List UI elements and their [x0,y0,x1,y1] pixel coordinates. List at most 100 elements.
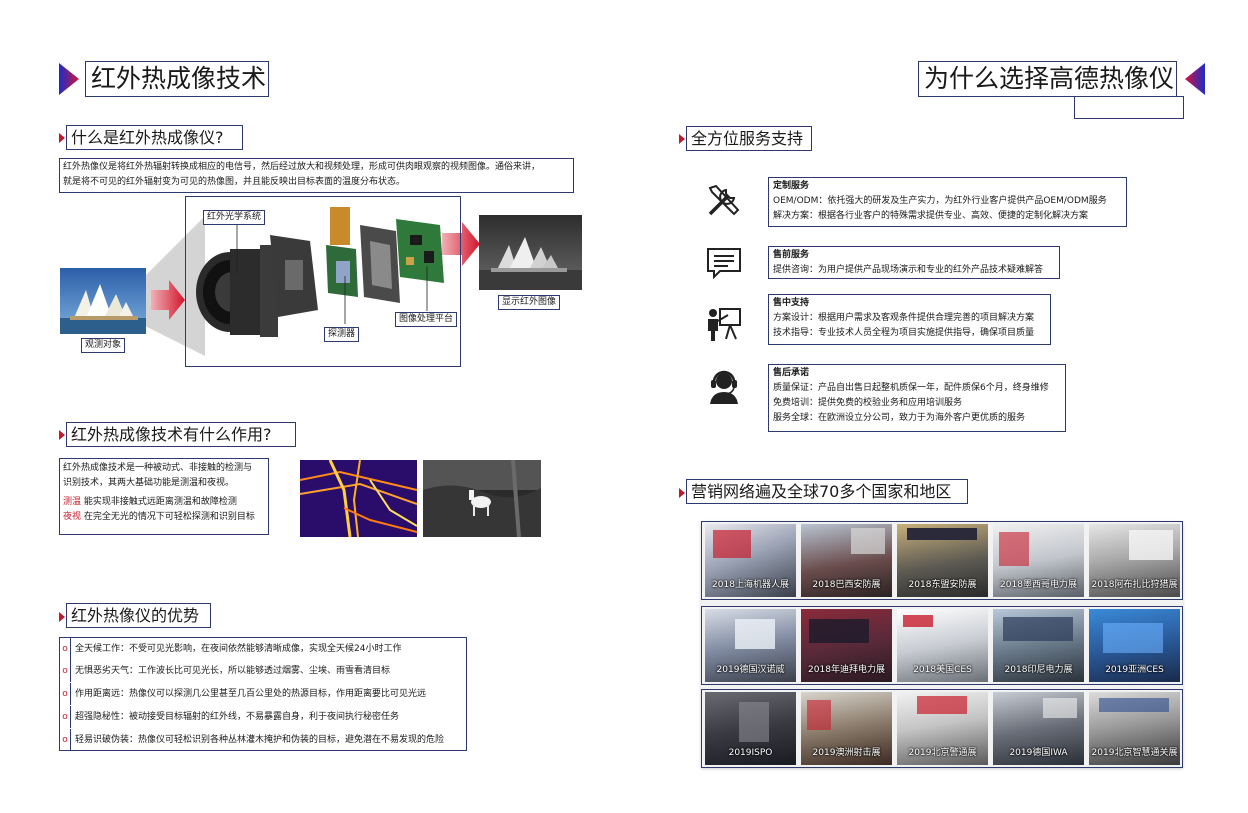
function-desc-line: 红外热成像技术是一种被动式、非接触的检测与 [63,463,253,473]
title-chevron-icon [59,63,79,95]
exhibition-photo: 2019德国IWA [993,692,1084,765]
exhibition-photo: 2018东盟安防展 [897,524,988,597]
advantage-text: 全天候工作：不受可见光影响，在夜间依然能够清晰成像，实现全天候24小时工作 [75,644,402,654]
advantage-item: o 全天候工作：不受可见光影响，在夜间依然能够清晰成像，实现全天候24小时工作 [60,638,470,660]
advantages-box: o 全天候工作：不受可见光影响，在夜间依然能够清晰成像，实现全天候24小时工作 … [59,637,467,751]
exhibition-photo: 2019北京智慧通关展 [1089,692,1180,765]
exhibition-photo: 2018阿布扎比狩猎展 [1089,524,1180,597]
exhibition-caption: 2019亚洲CES [1105,665,1164,675]
advantage-item: o 轻易识破伪装：热像仪可轻松识别各种丛林灌木掩护和伪装的目标，避免潜在不易发现… [60,729,470,751]
exhibition-photo: 2018年迪拜电力展 [801,609,892,682]
advantage-item: o 无惧恶劣天气：工作波长比可见光长，所以能够透过烟雾、尘埃、雨雪看清目标 [60,660,470,682]
exhibition-photo: 2019澳洲射击展 [801,692,892,765]
exhibition-caption: 2018美国CES [913,665,972,675]
service-title: 售中支持 [773,298,810,308]
section-arrow-icon [679,488,685,498]
service-title: 售前服务 [773,250,810,260]
service-title: 定制服务 [773,181,810,191]
exhibition-caption: 2019澳洲射击展 [812,748,881,758]
service-line: 服务全球：在欧洲设立分公司，致力于为海外客户更优质的服务 [773,413,1026,423]
section-title: 全方位服务支持 [686,126,812,151]
exhibition-photo: 2018印尼电力展 [993,609,1084,682]
function-box: 红外热成像技术是一种被动式、非接触的检测与 识别技术，其两大基础功能是测温和夜视… [59,458,269,535]
headset-icon [710,370,738,404]
exhibition-caption: 2019德国汉诺威 [716,665,785,675]
exhibition-caption: 2018年迪拜电力展 [808,665,885,675]
exhibition-photo: 2018巴西安防展 [801,524,892,597]
display-label: 显示红外图像 [498,295,561,310]
thermal-display-photo [479,215,582,290]
exhibition-photo: 2018墨西哥电力展 [993,524,1084,597]
bullet-icon: o [60,706,71,728]
advantage-item: o 作用距离远：热像仪可以探测几公里甚至几百公里处的热源目标，作用距离要比可见光… [60,683,470,705]
exhibition-caption: 2019ISPO [728,748,773,758]
description-box: 红外热像仪是将红外热辐射转换成相应的电信号，然后经过放大和视频处理，形成可供肉眼… [59,158,574,193]
description-line: 红外热像仪是将红外热辐射转换成相应的电信号，然后经过放大和视频处理，形成可供肉眼… [63,162,541,172]
exhibition-caption: 2018上海机器人展 [712,580,789,590]
exhibition-caption: 2018阿布扎比狩猎展 [1091,580,1178,590]
exhibition-caption: 2019北京智慧通关展 [1091,748,1178,758]
exhibition-caption: 2018东盟安防展 [908,580,977,590]
advantage-text: 无惧恶劣天气：工作波长比可见光长，所以能够透过烟雾、尘埃、雨雪看清目标 [75,666,391,676]
exhibition-photo: 2018上海机器人展 [705,524,796,597]
optics-label: 红外光学系统 [203,210,266,225]
title-chevron-icon [1185,63,1205,95]
section-arrow-icon [59,133,65,143]
main-title: 红外热成像技术 [85,61,269,97]
function-key: 夜视 [63,512,82,522]
exhibition-caption: 2019北京警通展 [908,748,977,758]
advantage-text: 作用距离远：热像仪可以探测几公里甚至几百公里处的热源目标，作用距离要比可见光远 [75,689,427,699]
main-title: 为什么选择高德热像仪 [918,61,1177,97]
exhibition-caption: 2018印尼电力展 [1004,665,1073,675]
section-title: 红外热像仪的优势 [66,603,211,628]
function-text: 在完全无光的情况下可轻松探测和识别目标 [83,512,255,522]
function-key: 测温 [63,497,82,507]
bullet-icon: o [60,683,71,705]
presentation-icon [708,308,741,341]
service-box: 售后承诺 质量保证：产品自出售日起整机质保一年，配件质保6个月，终身维修 免费培… [768,364,1066,432]
service-line: 免费培训：提供免费的校验业务和应用培训服务 [773,398,963,408]
exhibition-photo: 2019德国汉诺威 [705,609,796,682]
title-underline-box [1074,96,1184,119]
advantage-item: o 超强隐秘性：被动接受目标辐射的红外线，不易暴露自身，利于夜间执行秘密任务 [60,706,470,728]
service-title: 售后承诺 [773,368,810,378]
exhibition-caption: 2018墨西哥电力展 [1000,580,1077,590]
service-line: 解决方案：根据各行业客户的特殊需求提供专业、高效、便捷的定制化解决方案 [773,211,1089,221]
section-title: 红外热成像技术有什么作用? [66,422,296,447]
function-text: 能实现非接触式远距离测温和故障检测 [83,497,237,507]
function-desc-line: 识别技术，其两大基础功能是测温和夜视。 [63,478,235,488]
advantage-text: 超强隐秘性：被动接受目标辐射的红外线，不易暴露自身，利于夜间执行秘密任务 [75,712,400,722]
section-title: 营销网络遍及全球70多个国家和地区 [686,479,968,504]
function-item: 测温 能实现非接触式远距离测温和故障检测 [63,495,265,510]
object-label: 观测对象 [81,338,126,353]
exhibition-caption: 2018巴西安防展 [812,580,881,590]
thermal-deer-photo [423,460,541,537]
processing-label: 图像处理平台 [395,312,458,327]
exhibition-photo: 2019亚洲CES [1089,609,1180,682]
exhibition-photo: 2019北京警通展 [897,692,988,765]
exhibition-caption: 2019德国IWA [1009,748,1068,758]
service-line: 提供咨询：为用户提供产品现场演示和专业的红外产品技术疑难解答 [773,265,1044,275]
section-arrow-icon [679,134,685,144]
section-arrow-icon [59,612,65,622]
exhibition-photo: 2019ISPO [705,692,796,765]
service-box: 售前服务 提供咨询：为用户提供产品现场演示和专业的红外产品技术疑难解答 [768,246,1060,279]
service-box: 售中支持 方案设计：根据用户需求及客观条件提供合理完善的项目解决方案 技术指导：… [768,294,1051,345]
description-line: 就是将不可见的红外辐射变为可见的热像图，并且能反映出目标表面的温度分布状态。 [63,177,406,187]
exhibition-photo: 2018美国CES [897,609,988,682]
detector-label: 探测器 [324,327,360,342]
service-line: 方案设计：根据用户需求及客观条件提供合理完善的项目解决方案 [773,313,1035,323]
function-item: 夜视 在完全无光的情况下可轻松探测和识别目标 [63,510,265,525]
thermal-powerline-photo [300,460,417,537]
bullet-icon: o [60,638,71,660]
section-arrow-icon [59,430,65,440]
bullet-icon: o [60,660,71,682]
service-line: 质量保证：产品自出售日起整机质保一年，配件质保6个月，终身维修 [773,383,1049,393]
arrow-icon [151,280,185,320]
advantage-text: 轻易识破伪装：热像仪可轻松识别各种丛林灌木掩护和伪装的目标，避免潜在不易发现的危… [75,735,445,745]
bullet-icon: o [60,729,71,751]
tools-icon [708,184,740,216]
service-box: 定制服务 OEM/ODM：依托强大的研发及生产实力，为红外行业客户提供产品OEM… [768,177,1127,227]
chat-icon [707,248,741,280]
section-title: 什么是红外热成像仪? [66,125,243,150]
